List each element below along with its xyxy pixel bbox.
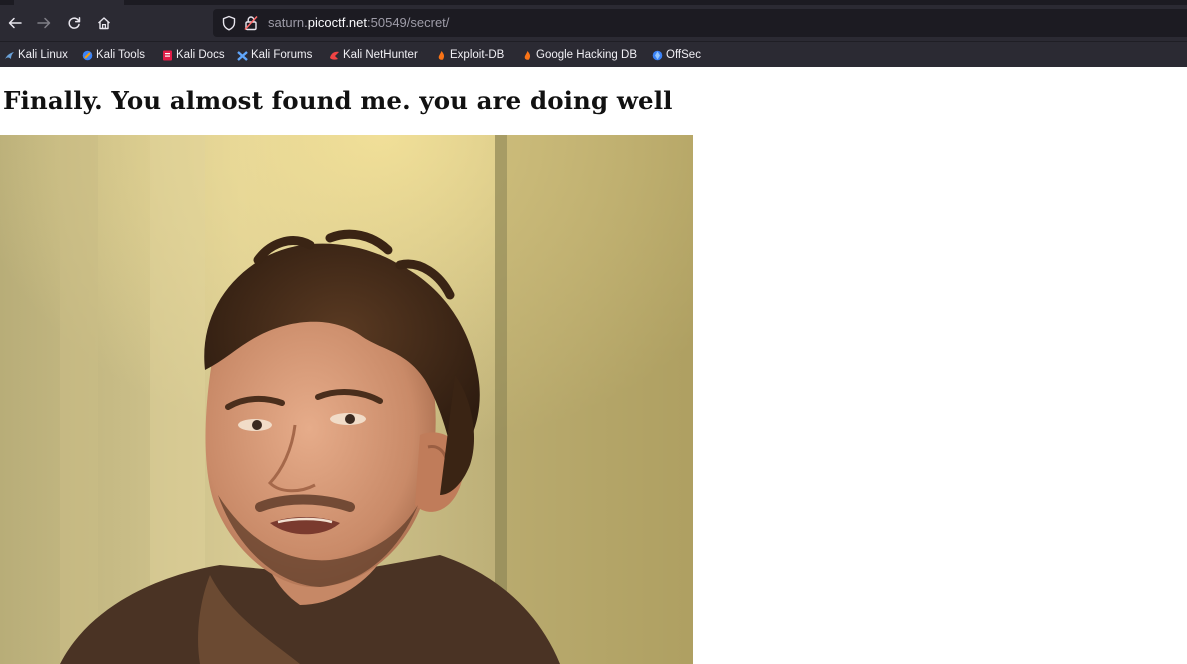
bookmark-kali-forums[interactable]: Kali Forums [237, 46, 312, 64]
home-icon [98, 17, 110, 30]
bookmark-exploit-db[interactable]: Exploit-DB [436, 46, 504, 64]
kali-forums-icon [237, 50, 248, 61]
bookmark-kali-linux[interactable]: Kali Linux [4, 46, 68, 64]
bookmark-label: Kali Linux [18, 49, 68, 61]
bookmark-label: Kali Tools [96, 49, 146, 61]
tracking-protection-shield-icon[interactable] [221, 15, 237, 31]
kali-docs-icon [163, 50, 172, 60]
bookmark-offsec[interactable]: OffSec [652, 46, 701, 64]
url-subdomain: saturn. [268, 15, 308, 30]
reload-icon [68, 17, 81, 29]
meme-gif-image [0, 135, 693, 664]
exploit-db-icon [438, 50, 445, 60]
bookmark-label: OffSec [666, 49, 701, 61]
ghdb-icon [524, 50, 531, 60]
back-arrow-icon [8, 17, 22, 29]
navigation-toolbar: saturn.picoctf.net:50549/secret/ [0, 5, 1187, 41]
bookmark-google-hacking-db[interactable]: Google Hacking DB [522, 46, 637, 64]
bookmark-label: Kali Forums [251, 49, 313, 61]
url-path: :50549/secret/ [367, 15, 450, 30]
forward-button[interactable] [31, 9, 57, 37]
bookmark-label: Google Hacking DB [536, 49, 637, 61]
bookmark-label: Kali Docs [176, 49, 225, 61]
bookmark-label: Kali NetHunter [343, 49, 418, 61]
url-host: picoctf.net [307, 15, 368, 30]
address-bar[interactable]: saturn.picoctf.net:50549/secret/ [213, 9, 1187, 37]
home-button[interactable] [91, 9, 117, 37]
reload-button[interactable] [61, 9, 87, 37]
forward-arrow-icon [37, 17, 51, 29]
bookmark-kali-tools[interactable]: Kali Tools [82, 46, 145, 64]
nethunter-icon [330, 51, 339, 60]
bookmark-label: Exploit-DB [450, 49, 505, 61]
insecure-lock-icon[interactable] [243, 15, 259, 31]
kali-dragon-icon [5, 51, 14, 59]
offsec-icon [652, 50, 663, 60]
bookmark-kali-docs[interactable]: Kali Docs [162, 46, 225, 64]
bookmarks-toolbar: Kali Linux Kali Tools Kali Docs Kali For… [0, 41, 1187, 67]
page-heading: Finally. You almost found me. you are do… [3, 86, 673, 115]
back-button[interactable] [2, 9, 28, 37]
bookmark-kali-nethunter[interactable]: Kali NetHunter [329, 46, 418, 64]
url-text[interactable]: saturn.picoctf.net:50549/secret/ [268, 15, 449, 30]
web-page: Finally. You almost found me. you are do… [0, 67, 1187, 664]
kali-tools-icon [82, 50, 93, 60]
